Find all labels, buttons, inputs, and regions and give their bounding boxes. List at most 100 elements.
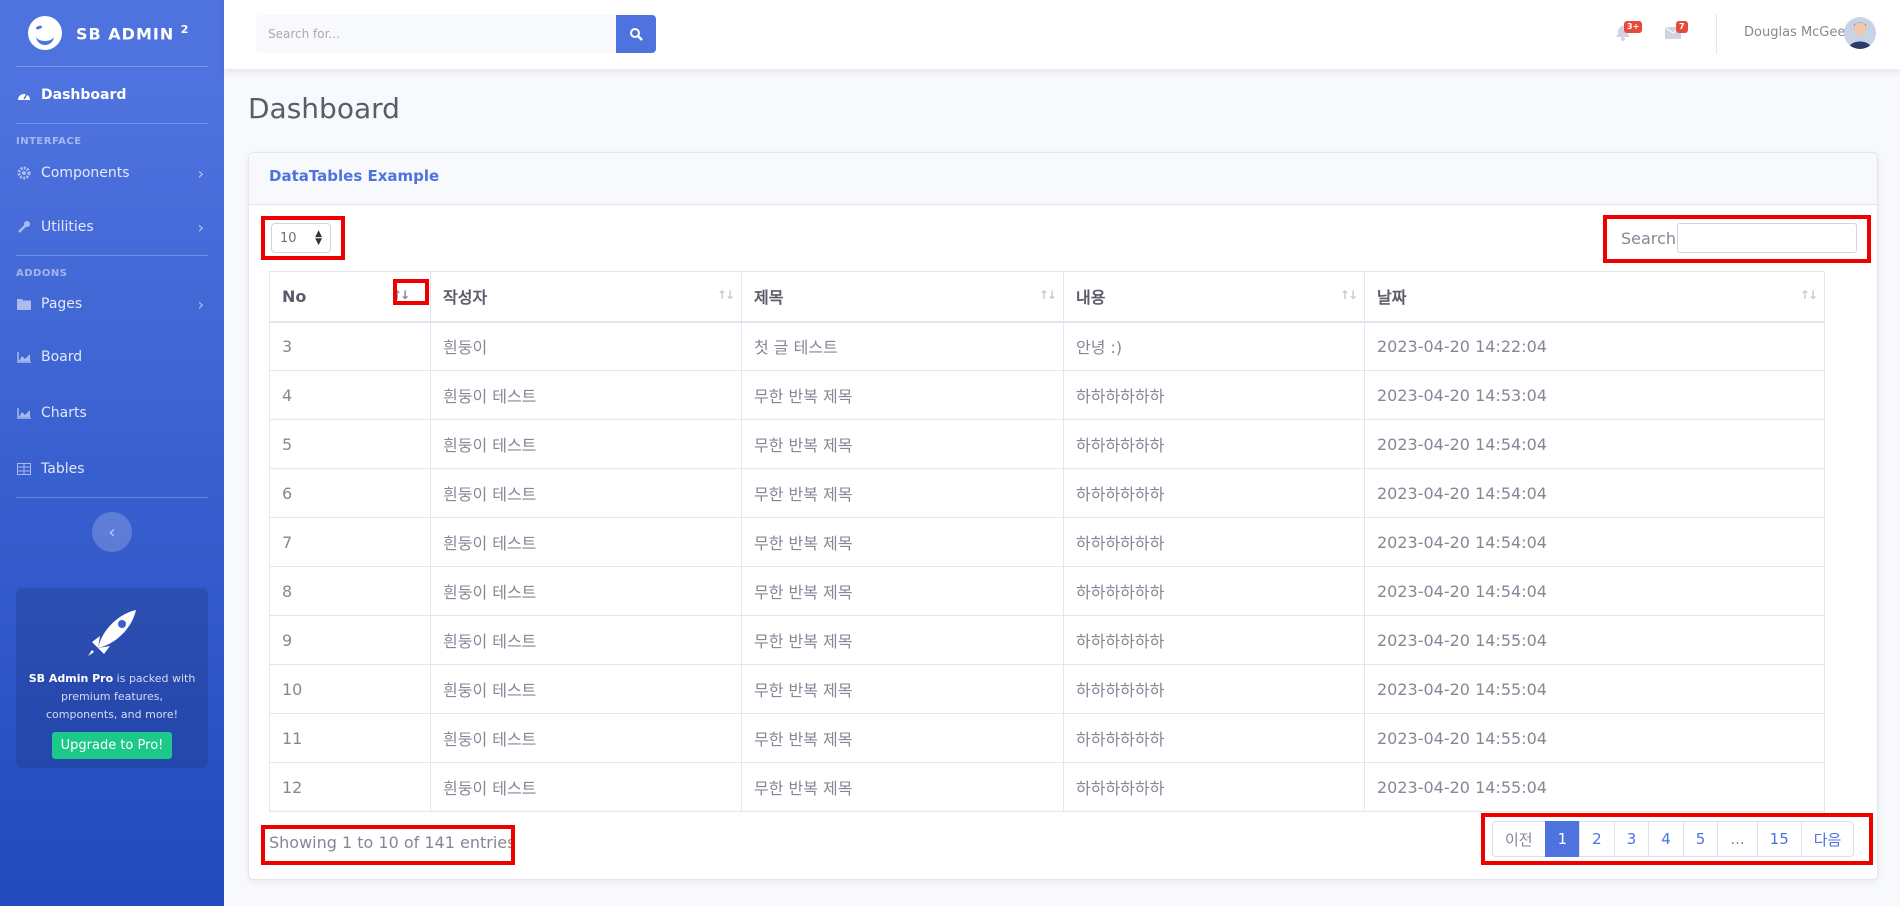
cell-title: 무한 반복 제목 <box>741 468 1064 518</box>
cell-content: 하하하하하하 <box>1063 517 1365 567</box>
brand-name: SB ADMIN <box>76 24 175 44</box>
cell-author: 흰둥이 테스트 <box>430 370 742 420</box>
column-header-label: 제목 <box>754 288 784 308</box>
sort-icon: ↑↓ <box>716 288 735 302</box>
cell-author: 흰둥이 테스트 <box>430 615 742 665</box>
page-title: Dashboard <box>248 92 400 125</box>
sidebar-toggle-button[interactable]: ‹ <box>92 512 132 552</box>
cell-content: 하하하하하하 <box>1063 664 1365 714</box>
chevron-left-icon: ‹ <box>108 521 116 543</box>
cell-no: 11 <box>269 713 431 763</box>
sidebar-item-label: Charts <box>41 405 87 421</box>
highlight-box <box>261 216 345 260</box>
tachometer-icon <box>16 88 32 102</box>
table-row: 6 흰둥이 테스트 무한 반복 제목 하하하하하하 2023-04-20 14:54:0… <box>269 468 1825 518</box>
user-name[interactable]: Douglas McGee <box>1744 25 1845 40</box>
chart-area-icon <box>16 350 32 364</box>
cell-no: 10 <box>269 664 431 714</box>
sidebar-item-label: Components <box>41 165 130 181</box>
cell-no: 9 <box>269 615 431 665</box>
promo-bold: SB Admin Pro <box>28 672 114 685</box>
sidebar-item-label: Utilities <box>41 219 94 235</box>
table-row: 10 흰둥이 테스트 무한 반복 제목 하하하하하하 2023-04-20 14:55:… <box>269 664 1825 714</box>
chevron-right-icon: › <box>197 294 204 314</box>
cell-title: 무한 반복 제목 <box>741 713 1064 763</box>
card-title: DataTables Example <box>249 153 1877 205</box>
cell-content: 안녕 :) <box>1063 321 1365 371</box>
highlight-box <box>261 825 515 865</box>
cell-date: 2023-04-20 14:55:04 <box>1364 615 1825 665</box>
cell-date: 2023-04-20 14:54:04 <box>1364 468 1825 518</box>
cell-content: 하하하하하하 <box>1063 370 1365 420</box>
cell-no: 6 <box>269 468 431 518</box>
topbar-search: Search for... <box>256 15 656 53</box>
cell-date: 2023-04-20 14:54:04 <box>1364 419 1825 469</box>
search-button[interactable] <box>616 15 656 53</box>
cell-date: 2023-04-20 14:53:04 <box>1364 370 1825 420</box>
sidebar-item-charts[interactable]: Charts <box>0 385 224 441</box>
cell-author: 흰둥이 테스트 <box>430 419 742 469</box>
wrench-icon <box>16 220 32 234</box>
sidebar-item-label: Board <box>41 349 83 365</box>
cog-icon <box>16 166 32 180</box>
rocket-icon <box>16 602 208 662</box>
sidebar-item-utilities[interactable]: Utilities › <box>0 199 224 255</box>
cell-author: 흰둥이 테스트 <box>430 713 742 763</box>
topbar-divider <box>1716 14 1717 54</box>
column-header-label: No <box>282 286 307 306</box>
sidebar-item-pages[interactable]: Pages › <box>0 279 224 329</box>
cell-author: 흰둥이 테스트 <box>430 468 742 518</box>
sidebar-item-components[interactable]: Components › <box>0 147 224 199</box>
cell-title: 무한 반복 제목 <box>741 370 1064 420</box>
cell-content: 하하하하하하 <box>1063 566 1365 616</box>
sidebar-divider <box>16 497 208 498</box>
sort-icon: ↑↓ <box>1339 288 1358 302</box>
search-input[interactable]: Search for... <box>256 15 616 53</box>
sidebar-item-label: Dashboard <box>41 87 127 103</box>
table-row: 5 흰둥이 테스트 무한 반복 제목 하하하하하하 2023-04-20 14:54:0… <box>269 419 1825 469</box>
table-row: 8 흰둥이 테스트 무한 반복 제목 하하하하하하 2023-04-20 14:54:0… <box>269 566 1825 616</box>
alerts-button[interactable]: 3+ <box>1614 21 1643 41</box>
column-header-content[interactable]: 내용 ↑↓ <box>1063 271 1365 323</box>
cell-title: 첫 글 테스트 <box>741 321 1064 371</box>
chart-area-icon <box>16 406 32 420</box>
column-header-label: 작성자 <box>443 288 488 308</box>
cell-content: 하하하하하하 <box>1063 615 1365 665</box>
cell-date: 2023-04-20 14:55:04 <box>1364 713 1825 763</box>
cell-content: 하하하하하하 <box>1063 713 1365 763</box>
cell-date: 2023-04-20 14:22:04 <box>1364 321 1825 371</box>
cell-date: 2023-04-20 14:54:04 <box>1364 566 1825 616</box>
avatar[interactable] <box>1844 17 1876 49</box>
sidebar-promo-card: SB Admin Pro is packed with premium feat… <box>16 588 208 768</box>
column-header-date[interactable]: 날짜 ↑↓ <box>1364 271 1825 323</box>
cell-no: 5 <box>269 419 431 469</box>
sidebar-heading-interface: INTERFACE <box>16 136 82 147</box>
messages-button[interactable]: 7 <box>1664 21 1688 41</box>
data-table: No ↑↓ 작성자 ↑↓ 제목 ↑↓ 내용 ↑↓ 날짜 ↑↓ 3 흰둥이 첫 글 테스트 안녕 … <box>269 271 1825 812</box>
chevron-right-icon: › <box>197 163 204 183</box>
cell-author: 흰둥이 <box>430 321 742 371</box>
cell-title: 무한 반복 제목 <box>741 615 1064 665</box>
table-icon <box>16 462 32 476</box>
cell-no: 12 <box>269 762 431 812</box>
cell-author: 흰둥이 테스트 <box>430 517 742 567</box>
cell-title: 무한 반복 제목 <box>741 762 1064 812</box>
search-icon <box>630 28 643 41</box>
cell-title: 무한 반복 제목 <box>741 419 1064 469</box>
cell-no: 4 <box>269 370 431 420</box>
column-header-title[interactable]: 제목 ↑↓ <box>741 271 1064 323</box>
cell-date: 2023-04-20 14:55:04 <box>1364 664 1825 714</box>
sidebar-item-tables[interactable]: Tables <box>0 441 224 497</box>
alerts-badge: 3+ <box>1624 21 1643 33</box>
upgrade-button[interactable]: Upgrade to Pro! <box>51 732 173 759</box>
brand-text: SB ADMIN 2 <box>76 23 189 43</box>
laugh-wink-icon <box>28 16 62 50</box>
sidebar-brand[interactable]: SB ADMIN 2 <box>0 0 224 66</box>
table-header-row: No ↑↓ 작성자 ↑↓ 제목 ↑↓ 내용 ↑↓ 날짜 ↑↓ <box>269 271 1825 323</box>
sidebar-item-label: Tables <box>41 461 85 477</box>
column-header-author[interactable]: 작성자 ↑↓ <box>430 271 742 323</box>
sidebar-item-label: Pages <box>41 296 83 312</box>
sidebar-item-dashboard[interactable]: Dashboard <box>0 67 224 123</box>
table-row: 9 흰둥이 테스트 무한 반복 제목 하하하하하하 2023-04-20 14:55:0… <box>269 615 1825 665</box>
sidebar-item-board[interactable]: Board <box>0 329 224 385</box>
